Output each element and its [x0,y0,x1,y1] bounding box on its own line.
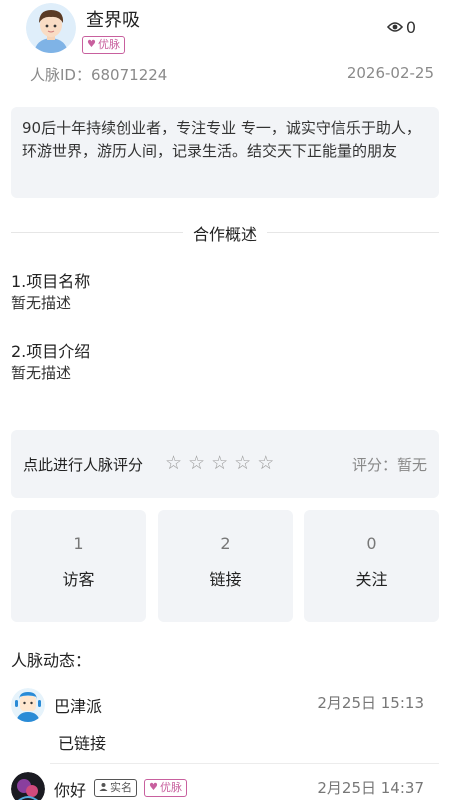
visitors-count: 1 [73,534,84,553]
eye-icon [386,18,403,37]
realname-badge: 实名 [94,779,137,797]
star-rating[interactable]: ☆ ☆ ☆ ☆ ☆ [165,452,274,474]
gem-icon: ♥ [87,39,96,50]
gem-icon: ♥ [149,782,158,793]
project-name-value: 暂无描述 [11,294,72,312]
vip-badge: ♥ 优脉 [82,36,125,54]
rating-score: 评分：暂无 [351,456,427,474]
rating-panel[interactable]: 点此进行人脉评分 ☆ ☆ ☆ ☆ ☆ 评分：暂无 [11,430,439,498]
vip-badge-label: 优脉 [159,781,182,794]
follows-card[interactable]: 0 关注 [304,510,439,622]
star-icon[interactable]: ☆ [234,452,251,474]
links-count: 2 [220,534,231,553]
profile-id: 人脉ID：68071224 [30,66,168,84]
follows-count: 0 [366,534,377,553]
star-icon[interactable]: ☆ [165,452,182,474]
feed-item-name[interactable]: 巴津派 [54,693,102,717]
visitors-card[interactable]: 1 访客 [11,510,146,622]
section-title: 合作概述 [0,221,450,245]
links-label: 链接 [209,570,242,589]
links-card[interactable]: 2 链接 [158,510,293,622]
feed-title: 人脉动态： [11,651,92,670]
follows-label: 关注 [355,570,388,589]
profile-intro: 90后十年持续创业者，专注专业 专一，诚实守信乐于助人，环游世界，游历人间，记录… [11,107,439,198]
visitors-label: 访客 [62,570,95,589]
feed-item-name[interactable]: 你好 [54,777,86,800]
avatar[interactable] [26,3,76,53]
realname-badge-label: 实名 [110,781,132,794]
feed-item-time: 2月25日 14:37 [317,779,424,797]
section-title-text: 合作概述 [182,225,267,244]
feed-avatar[interactable] [11,688,45,722]
star-icon[interactable]: ☆ [211,452,228,474]
vip-badge: ♥ 优脉 [144,779,187,797]
project-intro-value: 暂无描述 [11,364,72,382]
star-icon[interactable]: ☆ [188,452,205,474]
feed-item-text: 已链接 [58,734,107,753]
project-name-label: 1.项目名称 [11,272,91,291]
project-intro-label: 2.项目介绍 [11,342,91,361]
vip-badge-label: 优脉 [97,38,120,51]
feed-divider [50,763,439,764]
rating-label[interactable]: 点此进行人脉评分 [23,454,143,475]
feed-avatar[interactable] [11,772,45,800]
profile-name: 查界吸 [86,10,140,31]
view-count: 0 [386,18,416,37]
person-icon [99,781,108,795]
profile-date: 2026-02-25 [346,64,434,82]
view-count-value: 0 [405,18,416,37]
feed-item-time: 2月25日 15:13 [317,694,424,712]
star-icon[interactable]: ☆ [257,452,274,474]
